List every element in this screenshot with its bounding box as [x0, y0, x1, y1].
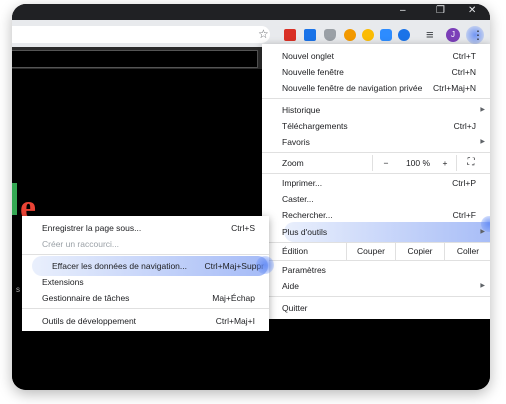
menu-item-edit: Édition Couper Copier Coller: [262, 242, 490, 260]
submenu-arrow-icon: ▶: [480, 283, 485, 289]
address-bar[interactable]: [12, 26, 270, 43]
submenu-item-dev-tools[interactable]: Outils de développement Ctrl+Maj+I: [22, 313, 269, 329]
submenu-arrow-icon: ▶: [480, 107, 485, 113]
menu-item-cast[interactable]: Caster...: [262, 191, 490, 207]
ext-yellow-icon[interactable]: [362, 29, 374, 41]
ext-blue-icon[interactable]: [304, 29, 316, 41]
ext-red-icon[interactable]: [284, 29, 296, 41]
browser-toolbar: ☆ ≡ J ⋮: [12, 20, 490, 47]
close-button[interactable]: ✕: [468, 5, 476, 17]
menu-item-bookmarks[interactable]: Favoris ▶: [262, 134, 490, 150]
zoom-level: 100 %: [405, 158, 431, 168]
copy-button[interactable]: Copier: [395, 242, 444, 260]
cut-button[interactable]: Couper: [346, 242, 395, 260]
menu-item-new-window[interactable]: Nouvelle fenêtre Ctrl+N: [262, 64, 490, 80]
restore-button[interactable]: ❐: [436, 5, 445, 17]
fullscreen-icon[interactable]: ⛶: [456, 155, 485, 171]
submenu-item-create-shortcut: Créer un raccourci...: [42, 239, 119, 249]
submenu-item-task-manager[interactable]: Gestionnaire de tâches Maj+Échap: [22, 290, 269, 306]
menu-item-quit[interactable]: Quitter: [262, 300, 490, 316]
browser-window: ‒ ❐ ✕ ☆ ≡ J ⋮ e s Nouvel onglet Ctrl+T No…: [12, 4, 490, 390]
menu-separator: [262, 173, 490, 174]
menu-separator: [262, 152, 490, 153]
menu-item-zoom: Zoom − 100 % + ⛶: [262, 155, 490, 171]
menu-separator: [262, 98, 490, 99]
menu-item-downloads[interactable]: Téléchargements Ctrl+J: [262, 118, 490, 134]
menu-item-settings[interactable]: Paramètres: [262, 262, 490, 278]
more-tools-highlight-dot: [481, 216, 490, 232]
menu-separator: [262, 260, 490, 261]
logo-letter-l: [12, 183, 17, 215]
menu-item-find[interactable]: Rechercher... Ctrl+F: [262, 207, 490, 223]
menu-item-history[interactable]: Historique ▶: [262, 102, 490, 118]
profile-avatar[interactable]: J: [446, 28, 460, 42]
ext-zoom-icon[interactable]: [380, 29, 392, 41]
menu-item-print[interactable]: Imprimer... Ctrl+P: [262, 175, 490, 191]
menu-item-new-incognito[interactable]: Nouvelle fenêtre de navigation privée Ctr…: [262, 80, 490, 96]
bookmark-star-icon[interactable]: ☆: [258, 26, 269, 43]
zoom-out-button[interactable]: −: [372, 155, 399, 171]
clear-data-highlight-dot: [256, 256, 274, 274]
submenu-item-save-page[interactable]: Enregistrer la page sous... Ctrl+S: [22, 220, 269, 236]
minimize-button[interactable]: ‒: [400, 5, 406, 17]
page-header-field: [12, 50, 258, 68]
zoom-in-button[interactable]: +: [436, 155, 454, 171]
chrome-main-menu: Nouvel onglet Ctrl+T Nouvelle fenêtre Ctrl…: [262, 44, 490, 319]
menu-separator: [262, 296, 490, 297]
paste-button[interactable]: Coller: [444, 242, 490, 260]
menu-item-new-tab[interactable]: Nouvel onglet Ctrl+T: [262, 48, 490, 64]
media-control-icon[interactable]: ≡: [426, 26, 434, 43]
submenu-item-extensions[interactable]: Extensions: [22, 274, 269, 290]
ext-orange-icon[interactable]: [344, 29, 356, 41]
menu-kebab-icon[interactable]: ⋮: [472, 27, 484, 44]
menu-item-help[interactable]: Aide ▶: [262, 278, 490, 294]
ext-shield-icon[interactable]: [324, 29, 336, 41]
menu-separator: [22, 308, 269, 309]
ext-play-icon[interactable]: [398, 29, 410, 41]
menu-separator: [22, 254, 269, 255]
partial-text: s: [16, 285, 20, 294]
more-tools-submenu: Enregistrer la page sous... Ctrl+S Créer …: [22, 216, 269, 331]
menu-item-more-tools[interactable]: Plus d'outils ▶: [262, 224, 490, 240]
submenu-item-clear-data[interactable]: Effacer les données de navigation... Ctrl…: [22, 258, 269, 274]
title-bar: ‒ ❐ ✕: [12, 4, 490, 20]
submenu-arrow-icon: ▶: [480, 139, 485, 145]
